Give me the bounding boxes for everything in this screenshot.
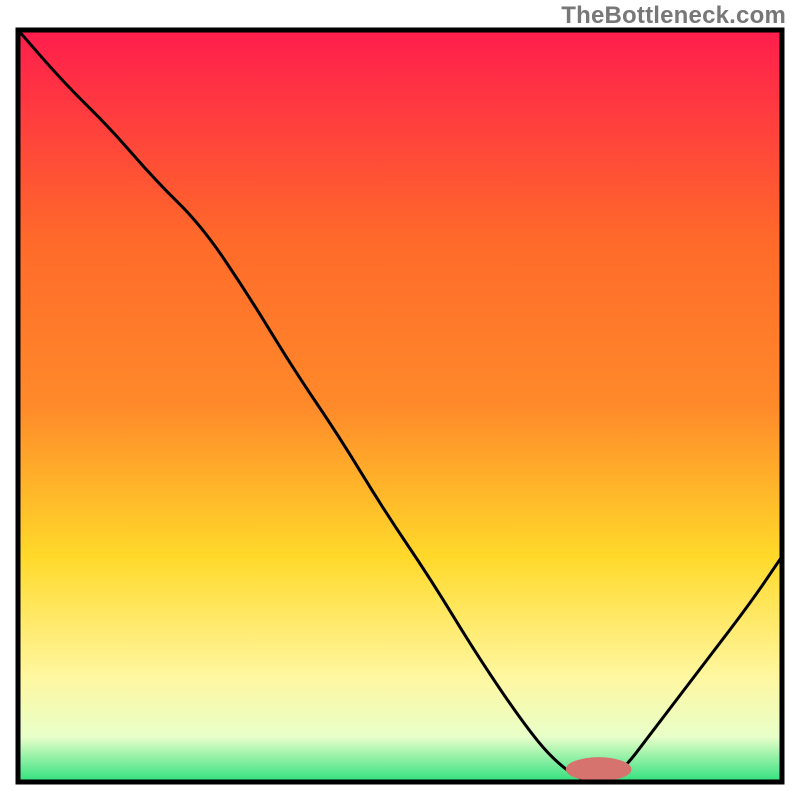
optimum-marker — [566, 757, 632, 781]
plot-background — [18, 30, 782, 782]
bottleneck-chart — [0, 0, 800, 800]
chart-frame: TheBottleneck.com — [0, 0, 800, 800]
attribution-text: TheBottleneck.com — [561, 2, 786, 30]
